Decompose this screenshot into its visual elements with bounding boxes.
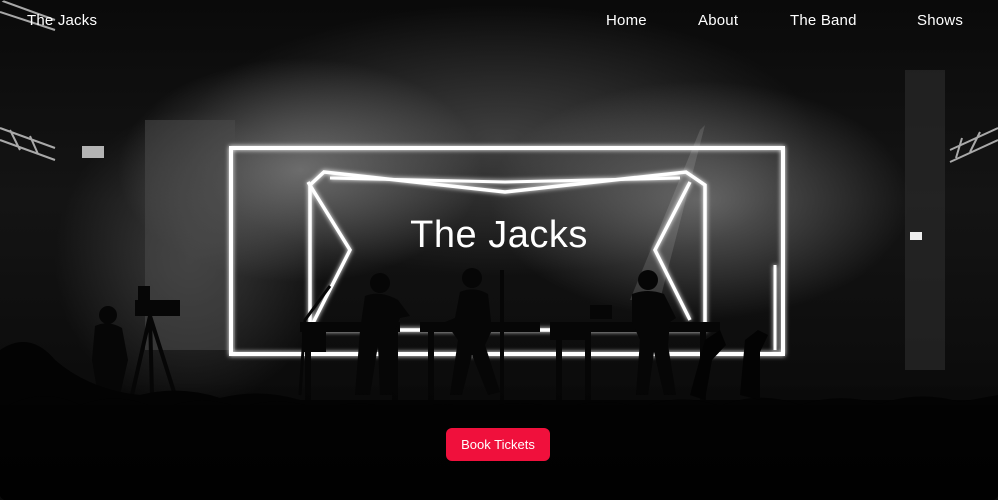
stage-truss-right [949,127,998,163]
book-tickets-button[interactable]: Book Tickets [446,428,550,461]
nav-link-shows[interactable]: Shows [917,12,963,29]
brand-logo-text[interactable]: The Jacks [27,12,97,29]
hero-page: The Jacks Home About The Band Shows The … [0,0,998,500]
top-navigation: The Jacks Home About The Band Shows [0,0,998,44]
nav-link-home[interactable]: Home [606,12,647,29]
stage-light-left [82,146,104,158]
nav-link-about[interactable]: About [698,12,738,29]
hero-title: The Jacks [410,214,588,256]
nav-link-the-band[interactable]: The Band [790,12,857,29]
